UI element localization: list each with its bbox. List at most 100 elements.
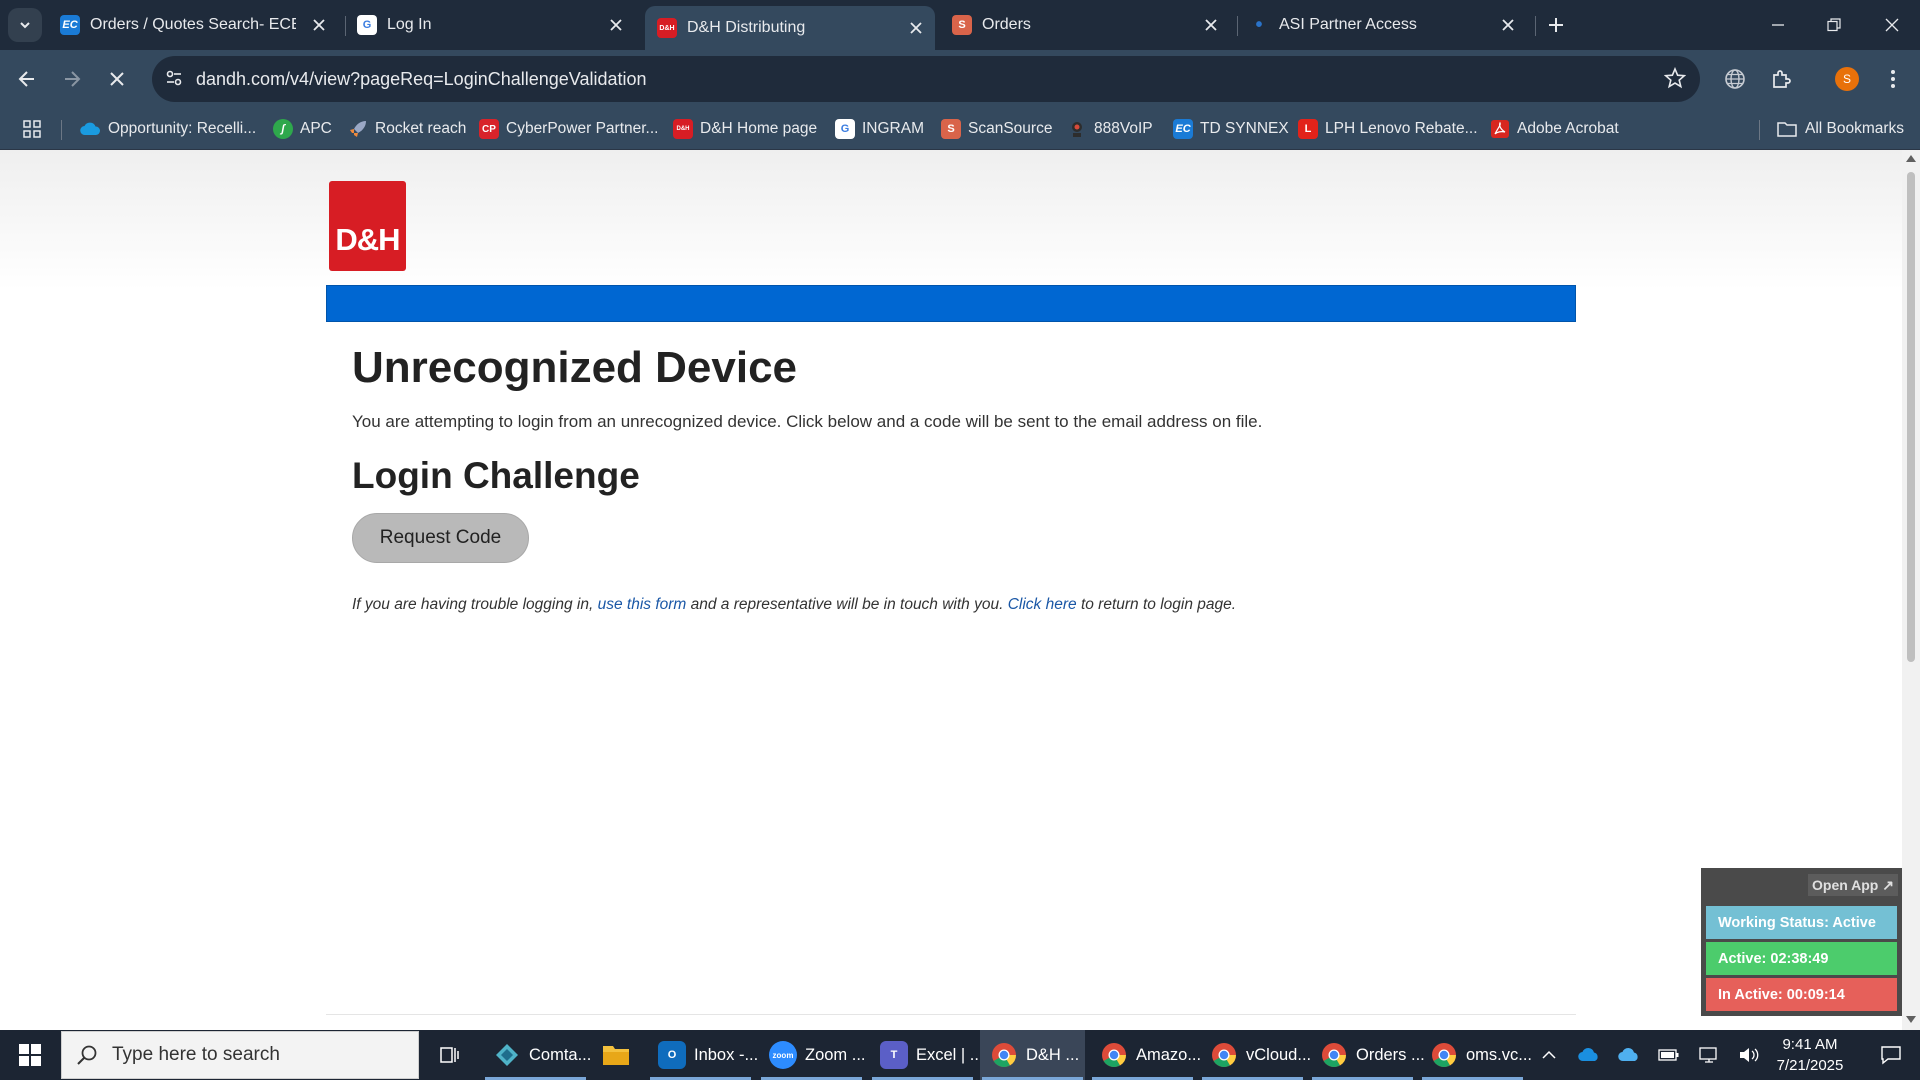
new-tab-button[interactable] xyxy=(1537,6,1575,44)
show-hidden-icons-button[interactable] xyxy=(1535,1030,1563,1080)
active-time-badge: Active: 02:38:49 xyxy=(1706,942,1897,975)
chrome-icon xyxy=(1100,1041,1128,1069)
restore-icon xyxy=(1827,18,1841,32)
taskbar-app-zoom[interactable]: zoom Zoom ... xyxy=(759,1030,866,1080)
page-scrollbar[interactable] xyxy=(1902,150,1920,1030)
voip-icon xyxy=(1072,122,1082,137)
tab-log-in[interactable]: G Log In xyxy=(345,6,635,44)
onedrive-business-icon[interactable] xyxy=(1615,1030,1643,1080)
taskbar-app-comtalk[interactable]: Comta... xyxy=(483,1030,592,1080)
bookmark-label: Rocket reach xyxy=(375,120,467,137)
avatar: S xyxy=(1835,67,1859,91)
click-here-link[interactable]: Click here xyxy=(1008,596,1077,613)
start-button[interactable] xyxy=(0,1030,60,1080)
translate-button[interactable] xyxy=(1716,60,1754,98)
use-this-form-link[interactable]: use this form xyxy=(598,596,687,613)
tab-title: D&H Distributing xyxy=(687,19,806,36)
inactive-time-badge: In Active: 00:09:14 xyxy=(1706,978,1897,1011)
chevron-down-icon xyxy=(20,22,30,29)
chrome-menu-button[interactable] xyxy=(1874,60,1912,98)
taskbar-app-label: D&H ... xyxy=(1026,1045,1080,1064)
bookmark-opportunity[interactable]: Opportunity: Recelli... xyxy=(79,118,256,140)
battery-icon[interactable] xyxy=(1655,1030,1683,1080)
bookmark-label: APC xyxy=(300,120,332,137)
close-icon[interactable] xyxy=(607,16,625,34)
url-text: dandh.com/v4/view?pageReq=LoginChallenge… xyxy=(196,69,647,89)
restore-button[interactable] xyxy=(1806,0,1862,50)
tab-title: Orders / Quotes Search- ECExpress xyxy=(90,16,296,33)
bookmark-cyberpower[interactable]: CP CyberPower Partner... xyxy=(479,118,658,140)
bookmark-apc[interactable]: ʃ APC xyxy=(273,118,332,140)
taskbar-search-box[interactable]: Type here to search xyxy=(61,1031,419,1079)
close-icon[interactable] xyxy=(1499,16,1517,34)
taskbar-app-label: Excel | ... xyxy=(916,1045,984,1064)
scroll-thumb[interactable] xyxy=(1907,172,1915,662)
dh-logo[interactable]: D&H xyxy=(329,181,406,271)
back-button[interactable] xyxy=(8,60,46,98)
taskbar-app-label: Comta... xyxy=(529,1045,592,1064)
bookmark-888voip[interactable]: 888VoIP xyxy=(1067,118,1153,140)
tab-divider xyxy=(1535,16,1536,36)
bookmark-adobe-acrobat[interactable]: Adobe Acrobat xyxy=(1490,118,1619,140)
profile-button[interactable]: S xyxy=(1828,60,1866,98)
tab-orders[interactable]: S Orders xyxy=(940,6,1230,44)
bookmark-scansource[interactable]: S ScanSource xyxy=(941,118,1052,140)
address-bar[interactable]: dandh.com/v4/view?pageReq=LoginChallenge… xyxy=(152,56,1700,102)
tab-search-button[interactable] xyxy=(8,8,42,42)
taskbar-app-chrome-orders[interactable]: Orders ... xyxy=(1310,1030,1425,1080)
all-bookmarks-label: All Bookmarks xyxy=(1805,120,1905,137)
forward-button[interactable] xyxy=(53,60,91,98)
bookmark-lph-lenovo[interactable]: L LPH Lenovo Rebate... xyxy=(1298,118,1478,140)
bookmark-label: D&H Home page xyxy=(700,120,818,137)
task-view-button[interactable] xyxy=(430,1030,470,1080)
scroll-up-arrow-icon[interactable] xyxy=(1906,155,1916,162)
taskbar-app-label: Amazo... xyxy=(1136,1045,1202,1064)
onedrive-personal-icon[interactable] xyxy=(1575,1030,1603,1080)
all-bookmarks-button[interactable]: All Bookmarks xyxy=(1777,118,1904,140)
help-prefix: If you are having trouble logging in, xyxy=(352,596,594,613)
network-icon[interactable] xyxy=(1695,1030,1723,1080)
search-placeholder: Type here to search xyxy=(112,1044,280,1065)
close-window-button[interactable] xyxy=(1864,0,1920,50)
stop-loading-button[interactable] xyxy=(98,60,136,98)
taskbar-app-outlook[interactable]: O Inbox -... xyxy=(648,1030,758,1080)
request-code-button[interactable]: Request Code xyxy=(352,513,529,563)
bookmark-label: LPH Lenovo Rebate... xyxy=(1325,120,1478,137)
taskbar-clock[interactable]: 9:41 AM 7/21/2025 xyxy=(1760,1034,1860,1076)
notifications-button[interactable] xyxy=(1866,1030,1916,1080)
clock-time: 9:41 AM xyxy=(1782,1036,1838,1053)
ingram-favicon-icon: G xyxy=(835,119,855,139)
tab-dh-distributing[interactable]: D&H D&H Distributing xyxy=(645,6,935,50)
site-settings-icon[interactable] xyxy=(164,68,184,88)
open-app-button[interactable]: Open App ↗ xyxy=(1808,874,1898,896)
close-icon xyxy=(1885,18,1899,32)
close-icon[interactable] xyxy=(1202,16,1220,34)
taskbar-app-teams[interactable]: T Excel | ... xyxy=(870,1030,984,1080)
bookmark-td-synnex[interactable]: EC TD SYNNEX xyxy=(1173,118,1289,140)
taskbar-app-label: Zoom ... xyxy=(805,1045,866,1064)
taskbar-app-chrome-vcloud[interactable]: vCloud... xyxy=(1200,1030,1311,1080)
tab-orders-quotes[interactable]: EC Orders / Quotes Search- ECExpress xyxy=(48,6,338,44)
taskbar-app-chrome-dh[interactable]: D&H ... xyxy=(980,1030,1085,1080)
folder-icon xyxy=(602,1041,630,1069)
taskbar-app-chrome-oms[interactable]: oms.vc... xyxy=(1420,1030,1532,1080)
ecexpress-favicon-icon: EC xyxy=(1173,119,1193,139)
close-icon[interactable] xyxy=(310,16,328,34)
close-icon[interactable] xyxy=(907,19,925,37)
bookmarks-bar: Opportunity: Recelli... ʃ APC Rocket rea… xyxy=(0,108,1920,150)
scroll-down-arrow-icon[interactable] xyxy=(1906,1016,1916,1023)
bookmark-dh-home[interactable]: D&H D&H Home page xyxy=(673,118,817,140)
minimize-button[interactable] xyxy=(1750,0,1806,50)
tab-asi-partner-access[interactable]: • ASI Partner Access xyxy=(1237,6,1527,44)
bookmark-ingram[interactable]: G INGRAM xyxy=(835,118,924,140)
bookmark-label: TD SYNNEX xyxy=(1200,120,1289,137)
extensions-button[interactable] xyxy=(1762,60,1800,98)
volume-icon[interactable] xyxy=(1735,1030,1763,1080)
taskbar-file-explorer[interactable] xyxy=(594,1030,638,1080)
bookmark-star-icon[interactable] xyxy=(1664,67,1686,89)
help-middle: and a representative will be in touch wi… xyxy=(690,596,1004,613)
windows-taskbar: Type here to search Comta... O Inbox -..… xyxy=(0,1030,1920,1080)
bookmark-rocket-reach[interactable]: Rocket reach xyxy=(348,118,466,140)
taskbar-app-chrome-amazon[interactable]: Amazo... xyxy=(1090,1030,1201,1080)
apps-button[interactable] xyxy=(22,118,42,140)
